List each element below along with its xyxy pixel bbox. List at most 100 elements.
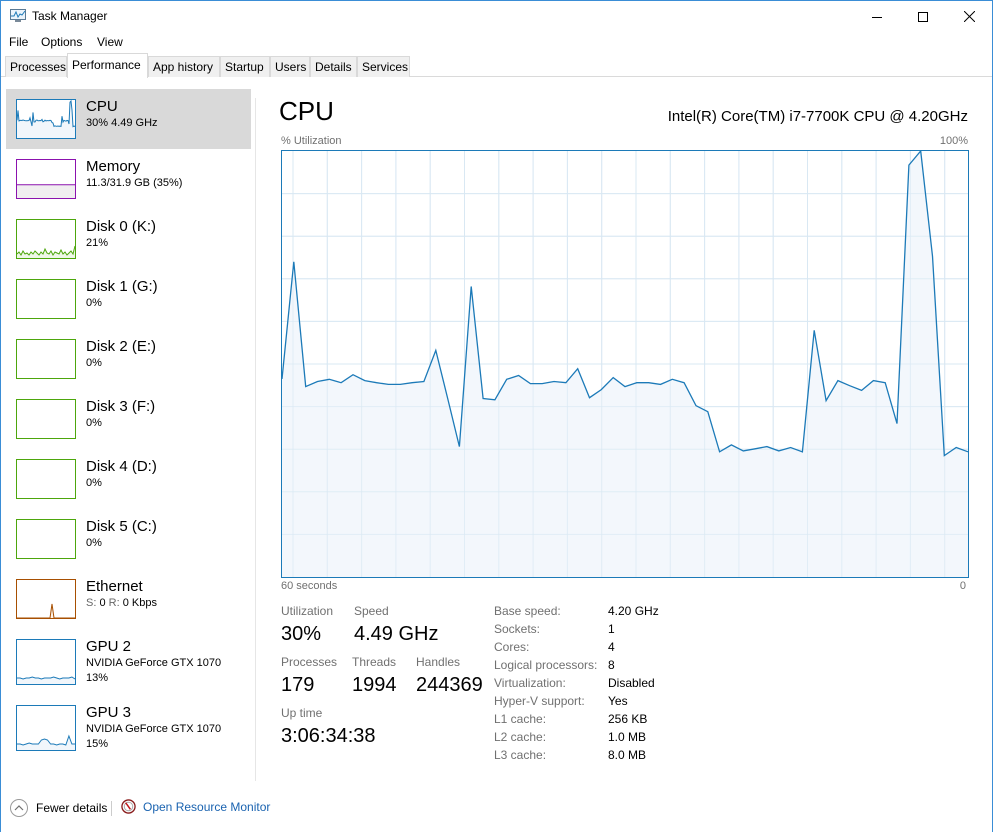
chevron-up-icon bbox=[10, 799, 28, 817]
disk-2-thumbnail-graph bbox=[16, 339, 76, 379]
utilization-value: 30% bbox=[281, 623, 322, 645]
open-resource-monitor-link[interactable]: Open Resource Monitor bbox=[121, 799, 270, 814]
sidebar-item-value: 21% bbox=[86, 237, 109, 249]
detail-label: Sockets: bbox=[494, 622, 541, 636]
detail-value: 1.0 MB bbox=[608, 730, 647, 744]
tab-users[interactable]: Users bbox=[270, 56, 310, 77]
ethernet-thumb-area bbox=[17, 604, 75, 618]
tab-app-history[interactable]: App history bbox=[148, 56, 220, 77]
processes-value: 179 bbox=[281, 674, 315, 696]
disk-1-thumbnail-graph bbox=[16, 279, 76, 319]
cpu-thumb-area bbox=[17, 101, 75, 138]
sidebar-item-value: S: 0 R: 0 Kbps bbox=[86, 597, 157, 609]
sidebar-item-model: NVIDIA GeForce GTX 1070 bbox=[86, 723, 222, 735]
disk-4-thumbnail-graph bbox=[16, 459, 76, 499]
window-title: Task Manager bbox=[32, 9, 108, 23]
menu-options[interactable]: Options bbox=[41, 35, 82, 49]
sidebar-item-gpu-3[interactable]: GPU 3 NVIDIA GeForce GTX 1070 15% bbox=[6, 695, 251, 761]
tab-performance[interactable]: Performance bbox=[67, 53, 148, 78]
menu-bar: File Options View bbox=[1, 32, 992, 52]
sidebar-item-value: 0% bbox=[86, 357, 102, 369]
detail-value: 1 bbox=[608, 622, 615, 636]
cpu-thumbnail-graph bbox=[16, 99, 76, 139]
sidebar-item-label: Disk 2 (E:) bbox=[86, 338, 157, 355]
detail-value: Disabled bbox=[608, 676, 655, 690]
resource-sidebar: CPU 30% 4.49 GHz Memory 11.3/31.9 GB (35… bbox=[2, 87, 254, 777]
sidebar-item-disk-2[interactable]: Disk 2 (E:) 0% bbox=[6, 329, 251, 389]
sidebar-item-label: Disk 5 (C:) bbox=[86, 518, 157, 535]
fewer-details-button[interactable]: Fewer details bbox=[10, 799, 107, 817]
memory-thumbnail-graph bbox=[16, 159, 76, 199]
sidebar-item-label: Disk 1 (G:) bbox=[86, 278, 158, 295]
tab-startup[interactable]: Startup bbox=[220, 56, 270, 77]
disk-3-thumbnail-graph bbox=[16, 399, 76, 439]
menu-file[interactable]: File bbox=[9, 35, 28, 49]
disk-0-thumbnail-graph bbox=[16, 219, 76, 259]
maximize-button[interactable] bbox=[900, 1, 946, 32]
tab-processes[interactable]: Processes bbox=[5, 56, 67, 77]
gpu-2-thumbnail-graph bbox=[16, 639, 76, 685]
close-button[interactable] bbox=[946, 1, 992, 32]
cpu-utilization-chart bbox=[281, 150, 969, 578]
sidebar-item-disk-4[interactable]: Disk 4 (D:) 0% bbox=[6, 449, 251, 509]
sidebar-item-label: Disk 3 (F:) bbox=[86, 398, 156, 415]
detail-label: L1 cache: bbox=[494, 712, 547, 726]
x-left-label: 60 seconds bbox=[281, 580, 338, 592]
detail-label: L3 cache: bbox=[494, 748, 547, 762]
sidebar-item-cpu[interactable]: CPU 30% 4.49 GHz bbox=[6, 89, 251, 149]
x-right-label: 0 bbox=[959, 580, 966, 592]
tab-services[interactable]: Services bbox=[357, 56, 410, 77]
detail-label: Hyper-V support: bbox=[494, 694, 585, 708]
sidebar-item-value: 30% 4.49 GHz bbox=[86, 117, 158, 129]
footer-separator bbox=[111, 801, 112, 816]
minimize-button[interactable] bbox=[854, 1, 900, 32]
detail-label: Logical processors: bbox=[494, 658, 598, 672]
sidebar-item-disk-1[interactable]: Disk 1 (G:) 0% bbox=[6, 269, 251, 329]
sidebar-item-disk-0[interactable]: Disk 0 (K:) 21% bbox=[6, 209, 251, 269]
sidebar-item-value: 0% bbox=[86, 417, 102, 429]
detail-label: Cores: bbox=[494, 640, 530, 654]
sidebar-item-label: Disk 4 (D:) bbox=[86, 458, 157, 475]
utilization-label: Utilization bbox=[281, 604, 334, 618]
send-label: S: bbox=[86, 597, 97, 609]
sidebar-item-label: GPU 2 bbox=[86, 638, 132, 655]
send-value: 0 bbox=[99, 597, 106, 609]
tab-details[interactable]: Details bbox=[310, 56, 357, 77]
ethernet-thumbnail-graph bbox=[16, 579, 76, 619]
sidebar-item-gpu-2[interactable]: GPU 2 NVIDIA GeForce GTX 1070 13% bbox=[6, 629, 251, 695]
detail-label: Base speed: bbox=[494, 604, 561, 618]
tab-bar: Processes Performance App history Startu… bbox=[1, 52, 992, 78]
sidebar-item-ethernet[interactable]: Ethernet S: 0 R: 0 Kbps bbox=[6, 569, 251, 629]
menu-view[interactable]: View bbox=[97, 35, 123, 49]
uptime-value: 3:06:34:38 bbox=[281, 725, 376, 747]
fewer-details-label: Fewer details bbox=[36, 801, 108, 815]
threads-value: 1994 bbox=[352, 674, 397, 696]
sidebar-item-model: NVIDIA GeForce GTX 1070 bbox=[86, 657, 222, 669]
sidebar-item-memory[interactable]: Memory 11.3/31.9 GB (35%) bbox=[6, 149, 251, 209]
sidebar-item-disk-5[interactable]: Disk 5 (C:) 0% bbox=[6, 509, 251, 569]
handles-label: Handles bbox=[416, 655, 461, 669]
resource-monitor-icon bbox=[121, 799, 136, 814]
sidebar-item-label: Disk 0 (K:) bbox=[86, 218, 157, 235]
sidebar-item-label: Ethernet bbox=[86, 578, 143, 595]
task-manager-window: Task Manager File Options View Processes… bbox=[0, 0, 993, 832]
disk-5-thumbnail-graph bbox=[16, 519, 76, 559]
panel-divider bbox=[255, 98, 256, 781]
detail-value: 256 KB bbox=[608, 712, 648, 726]
handles-value: 244369 bbox=[416, 674, 483, 696]
detail-value: 4 bbox=[608, 640, 615, 654]
sidebar-item-value: 13% bbox=[86, 672, 109, 684]
receive-label: R: bbox=[108, 597, 120, 609]
title-bar[interactable]: Task Manager bbox=[1, 1, 992, 32]
sidebar-item-disk-3[interactable]: Disk 3 (F:) 0% bbox=[6, 389, 251, 449]
speed-label: Speed bbox=[354, 604, 389, 618]
open-resource-monitor-label: Open Resource Monitor bbox=[143, 799, 271, 814]
sidebar-item-label: CPU bbox=[86, 98, 118, 115]
sidebar-item-value: 15% bbox=[86, 738, 109, 750]
detail-value: 8.0 MB bbox=[608, 748, 647, 762]
uptime-label: Up time bbox=[281, 706, 323, 720]
sidebar-item-label: GPU 3 bbox=[86, 704, 132, 721]
detail-value: Yes bbox=[608, 694, 628, 708]
sidebar-item-value: 0% bbox=[86, 537, 102, 549]
detail-value: 8 bbox=[608, 658, 615, 672]
